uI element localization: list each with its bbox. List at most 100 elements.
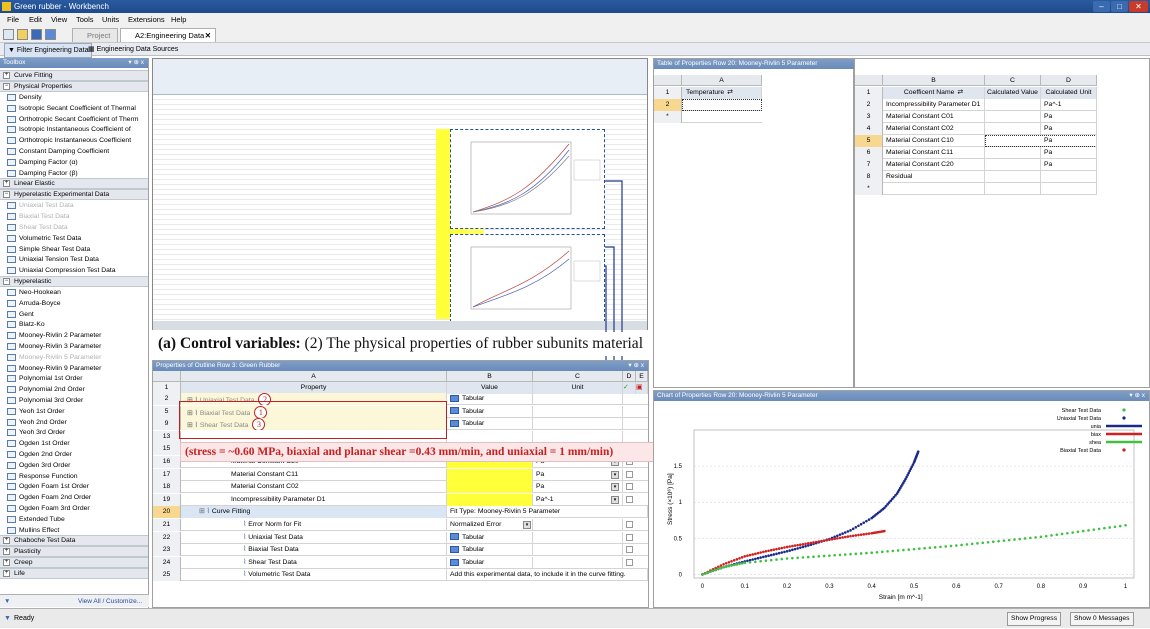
toolbox-item[interactable]: Volumetric Test Data xyxy=(6,233,146,244)
coefficient-row[interactable]: 3 Material Constant C01 Pa xyxy=(855,111,1097,123)
col-header-a[interactable]: A xyxy=(682,75,762,86)
property-cell[interactable]: ⌇ Biaxial Test Data xyxy=(181,544,447,557)
coefficient-name-cell[interactable]: Material Constant C02 xyxy=(883,123,985,135)
toolbox-group[interactable]: + Creep xyxy=(0,557,148,569)
tab-engineering-data[interactable]: A2:Engineering Data ✕ xyxy=(120,28,216,42)
toolbox-group[interactable]: − Physical Properties xyxy=(0,81,148,92)
toolbox-item[interactable]: Simple Shear Test Data xyxy=(6,244,146,255)
toolbox-item[interactable]: Uniaxial Compression Test Data xyxy=(6,265,146,276)
coefficient-name-header[interactable]: Coefficent Name ⇄ xyxy=(883,87,985,99)
property-cell[interactable]: ⌇ Shear Test Data xyxy=(181,556,447,569)
expand-collapse-icon[interactable]: − xyxy=(3,191,10,199)
toolbox-item[interactable]: Biaxial Test Data xyxy=(6,211,146,222)
expand-collapse-icon[interactable]: + xyxy=(3,72,10,79)
toolbox-item[interactable]: Damping Factor (α) xyxy=(6,157,146,168)
coefficient-row[interactable]: 4 Material Constant C02 Pa xyxy=(855,123,1097,135)
property-cell[interactable]: Material Constant C02 xyxy=(181,481,447,494)
temperature-sort-icon[interactable]: ⇄ xyxy=(727,89,733,96)
coefficient-row[interactable]: 2 Incompressibility Parameter D1 Pa^-1 xyxy=(855,99,1097,111)
unit-cell[interactable] xyxy=(533,405,623,418)
table-row[interactable]: 24 ⌇ Shear Test Data Tabular xyxy=(153,556,648,569)
toolbox-item[interactable]: Blatz-Ko xyxy=(6,319,146,330)
toolbox-item[interactable]: Ogden Foam 3rd Order xyxy=(6,503,146,514)
toolbox-group[interactable]: + Linear Elastic xyxy=(0,178,148,190)
coefficient-unit-cell[interactable]: Pa xyxy=(1041,159,1097,171)
toolbox-group[interactable]: + Life xyxy=(0,568,148,580)
engineering-data-sources-button[interactable]: ▦ Engineering Data Sources xyxy=(88,43,178,56)
panel-controls-icon[interactable]: ▾ ⊕ x xyxy=(1129,391,1145,401)
coefficient-row[interactable]: 6 Material Constant C11 Pa xyxy=(855,147,1097,159)
col-header-c[interactable]: C xyxy=(533,371,623,382)
value-cell[interactable]: Normalized Error ▾ xyxy=(447,519,533,531)
coefficient-row[interactable]: 5 Material Constant C10 Pa xyxy=(855,135,1097,147)
value-cell[interactable]: Add this experimental data, to include i… xyxy=(447,569,648,582)
row-checkbox[interactable] xyxy=(626,483,633,491)
toolbox-item[interactable]: Mooney-Rivlin 9 Parameter xyxy=(6,363,146,374)
coefficient-row[interactable]: * xyxy=(855,183,1097,195)
toolbox-item[interactable]: Shear Test Data xyxy=(6,222,146,233)
new-file-icon[interactable] xyxy=(3,29,14,40)
unit-cell[interactable] xyxy=(533,544,623,557)
unit-cell[interactable] xyxy=(533,519,623,531)
toolbox-item[interactable]: Mooney-Rivlin 5 Parameter xyxy=(6,352,146,363)
expand-collapse-icon[interactable]: − xyxy=(3,278,10,285)
coefficient-name-cell[interactable]: Material Constant C11 xyxy=(883,147,985,159)
tab-project[interactable]: Project xyxy=(72,28,118,42)
toolbox-group[interactable]: + Chaboche Test Data xyxy=(0,535,148,547)
unit-cell[interactable]: Pa^-1 ▾ xyxy=(533,493,623,506)
pin-icon[interactable]: ▾ ⊕ x xyxy=(128,58,144,68)
table-row[interactable]: 18 Material Constant C02 Pa ▾ xyxy=(153,481,648,494)
coefficient-unit-cell[interactable]: Pa xyxy=(1041,135,1097,147)
coefficient-row[interactable]: 8 Residual xyxy=(855,171,1097,183)
coefficient-name-cell[interactable]: Material Constant C01 xyxy=(883,111,985,123)
menu-units[interactable]: Units xyxy=(102,13,119,27)
property-cell[interactable]: Incompressibility Parameter D1 xyxy=(181,493,447,506)
table-row[interactable]: 17 Material Constant C11 Pa ▾ xyxy=(153,468,648,481)
col-header-c[interactable]: C xyxy=(985,75,1041,86)
value-cell[interactable] xyxy=(447,481,533,494)
unit-cell[interactable]: Pa ▾ xyxy=(533,468,623,481)
expand-collapse-icon[interactable]: + xyxy=(3,548,10,556)
filter-engineering-data-button[interactable]: ▼ Filter Engineering Data xyxy=(4,43,93,58)
coefficient-val-cell[interactable] xyxy=(985,183,1041,195)
unit-dropdown-icon[interactable]: ▾ xyxy=(611,495,619,504)
toolbox-item[interactable]: Yeoh 1st Order xyxy=(6,406,146,417)
coefficient-val-cell[interactable] xyxy=(985,99,1041,111)
temperature-header[interactable]: Temperature ⇄ xyxy=(682,87,762,99)
maximize-button[interactable]: □ xyxy=(1111,1,1128,12)
row-checkbox[interactable] xyxy=(626,533,633,541)
value-cell[interactable] xyxy=(447,468,533,481)
coefficient-unit-cell[interactable]: Pa^-1 xyxy=(1041,99,1097,111)
value-cell[interactable]: Tabular xyxy=(447,405,533,418)
toolbox-item[interactable]: Isotropic Instantaneous Coefficient of xyxy=(6,124,146,135)
toolbox-item[interactable]: Gent xyxy=(6,309,146,320)
dropdown-arrow-icon[interactable]: ▾ xyxy=(523,521,531,529)
coefficient-val-cell[interactable] xyxy=(985,123,1041,135)
expand-collapse-icon[interactable]: + xyxy=(3,180,10,188)
toolbox-item[interactable]: Response Function xyxy=(6,471,146,482)
col-header-b[interactable]: B xyxy=(883,75,985,86)
toolbox-item[interactable]: Ogden 1st Order xyxy=(6,438,146,449)
show-progress-button[interactable]: Show Progress xyxy=(1007,612,1062,626)
coefficient-name-cell[interactable]: Residual xyxy=(883,171,985,183)
coefficient-name-cell[interactable]: Material Constant C10 xyxy=(883,135,985,147)
expand-icon[interactable]: ⊞ xyxy=(199,508,207,515)
close-tab-icon[interactable]: ✕ xyxy=(205,29,211,43)
minimize-button[interactable]: – xyxy=(1093,1,1110,12)
table-row[interactable]: 21 ⌇ Error Norm for Fit Normalized Error ▾ xyxy=(153,519,648,531)
value-cell[interactable]: Fit Type: Mooney-Rivlin 5 Parameter xyxy=(447,506,648,519)
table-row[interactable]: 19 Incompressibility Parameter D1 Pa^-1 ▾ xyxy=(153,493,648,506)
table-row[interactable]: 25 ⌇ Volumetric Test Data Add this experim… xyxy=(153,569,648,582)
col-header-d[interactable]: D xyxy=(1041,75,1097,86)
toolbox-item[interactable]: Ogden 3rd Order xyxy=(6,460,146,471)
coefficient-name-cell[interactable] xyxy=(883,183,985,195)
coefficient-unit-cell[interactable]: Pa xyxy=(1041,111,1097,123)
unit-cell[interactable] xyxy=(533,418,623,431)
toolbox-group[interactable]: − Hyperelastic Experimental Data xyxy=(0,189,148,201)
toolbox-item[interactable]: Polynomial 1st Order xyxy=(6,373,146,384)
coefficient-val-cell[interactable] xyxy=(985,147,1041,159)
menu-edit[interactable]: Edit xyxy=(29,13,42,27)
toolbox-item[interactable]: Damping Factor (β) xyxy=(6,168,146,179)
toolbox-item[interactable]: Mullins Effect xyxy=(6,525,146,536)
property-cell[interactable]: ⌇ Volumetric Test Data xyxy=(181,569,447,582)
